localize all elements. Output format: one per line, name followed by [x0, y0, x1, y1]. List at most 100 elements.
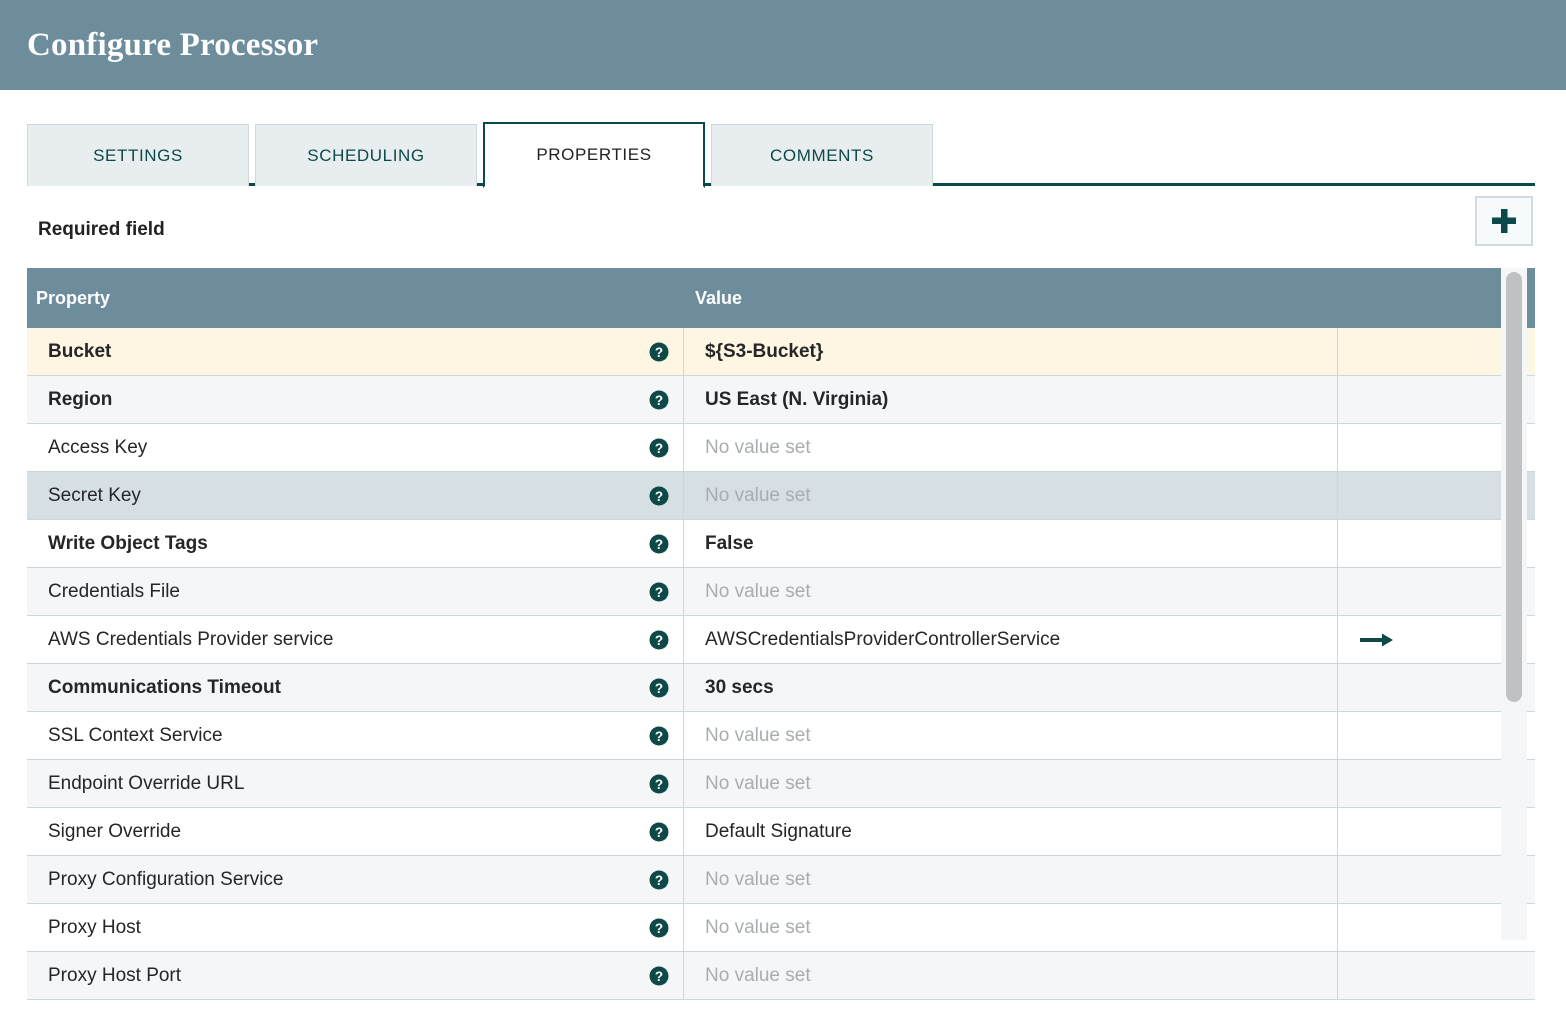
help-circle-icon[interactable]: ?: [649, 342, 669, 362]
tab-comments[interactable]: COMMENTS: [711, 124, 933, 186]
table-row[interactable]: Secret Key? No value set: [27, 472, 1535, 520]
column-header-value: Value: [695, 287, 743, 308]
value-cell[interactable]: 30 secs: [684, 664, 1338, 711]
svg-text:?: ?: [655, 776, 663, 791]
value-text: No value set: [705, 772, 811, 794]
help-circle-icon[interactable]: ?: [649, 870, 669, 890]
value-cell[interactable]: US East (N. Virginia): [684, 376, 1338, 423]
property-name: Write Object Tags: [48, 532, 208, 554]
add-property-button[interactable]: [1475, 196, 1533, 246]
table-row[interactable]: Communications Timeout? 30 secs: [27, 664, 1535, 712]
help-circle-icon[interactable]: ?: [649, 678, 669, 698]
tab-scheduling[interactable]: SCHEDULING: [255, 124, 477, 186]
help-circle-icon[interactable]: ?: [649, 630, 669, 650]
value-cell[interactable]: No value set: [684, 952, 1338, 999]
tab-settings[interactable]: SETTINGS: [27, 124, 249, 186]
property-cell[interactable]: Endpoint Override URL?: [27, 760, 684, 807]
property-name: Bucket: [48, 340, 112, 362]
svg-text:?: ?: [655, 872, 663, 887]
property-name: Proxy Configuration Service: [48, 868, 284, 890]
table-row[interactable]: Proxy Host? No value set: [27, 904, 1535, 952]
svg-text:?: ?: [655, 344, 663, 359]
value-cell[interactable]: No value set: [684, 472, 1338, 519]
property-cell[interactable]: Write Object Tags?: [27, 520, 684, 567]
value-text: No value set: [705, 436, 811, 458]
arrow-right-icon[interactable]: [1360, 631, 1394, 649]
table-row[interactable]: Access Key? No value set: [27, 424, 1535, 472]
required-field-label: Required field: [38, 219, 165, 240]
properties-toolbar: Required field: [0, 192, 1566, 268]
value-cell[interactable]: Default Signature: [684, 808, 1338, 855]
table-row[interactable]: Signer Override? Default Signature: [27, 808, 1535, 856]
property-name: Signer Override: [48, 820, 182, 842]
help-circle-icon[interactable]: ?: [649, 438, 669, 458]
property-cell[interactable]: Signer Override?: [27, 808, 684, 855]
svg-text:?: ?: [655, 584, 663, 599]
property-name: Secret Key: [48, 484, 141, 506]
svg-text:?: ?: [655, 488, 663, 503]
action-cell: [1338, 952, 1535, 999]
scrollbar-thumb[interactable]: [1506, 272, 1522, 702]
table-header-row: Property Value: [27, 268, 1535, 328]
help-circle-icon[interactable]: ?: [649, 966, 669, 986]
column-header-property: Property: [36, 287, 111, 308]
help-circle-icon[interactable]: ?: [649, 582, 669, 602]
value-cell[interactable]: No value set: [684, 760, 1338, 807]
value-cell[interactable]: No value set: [684, 424, 1338, 471]
table-row[interactable]: Credentials File? No value set: [27, 568, 1535, 616]
table-vertical-scrollbar[interactable]: [1501, 268, 1527, 940]
property-cell[interactable]: Access Key?: [27, 424, 684, 471]
value-cell[interactable]: AWSCredentialsProviderControllerService: [684, 616, 1338, 663]
property-cell[interactable]: Region?: [27, 376, 684, 423]
tab-properties[interactable]: PROPERTIES: [483, 122, 705, 188]
property-name: SSL Context Service: [48, 724, 223, 746]
property-cell[interactable]: SSL Context Service?: [27, 712, 684, 759]
property-name: AWS Credentials Provider service: [48, 628, 334, 650]
value-cell[interactable]: No value set: [684, 712, 1338, 759]
value-text: False: [705, 532, 754, 554]
property-name: Proxy Host: [48, 916, 141, 938]
help-circle-icon[interactable]: ?: [649, 390, 669, 410]
table-row[interactable]: Region? US East (N. Virginia): [27, 376, 1535, 424]
property-cell[interactable]: AWS Credentials Provider service?: [27, 616, 684, 663]
table-row[interactable]: Bucket? ${S3-Bucket}: [27, 328, 1535, 376]
value-text: No value set: [705, 868, 811, 890]
property-cell[interactable]: Proxy Configuration Service?: [27, 856, 684, 903]
help-circle-icon[interactable]: ?: [649, 486, 669, 506]
table-row[interactable]: Proxy Configuration Service? No value set: [27, 856, 1535, 904]
svg-text:?: ?: [655, 680, 663, 695]
property-cell[interactable]: Proxy Host?: [27, 904, 684, 951]
help-circle-icon[interactable]: ?: [649, 918, 669, 938]
property-cell[interactable]: Bucket?: [27, 328, 684, 375]
property-name: Access Key: [48, 436, 148, 458]
help-circle-icon[interactable]: ?: [649, 726, 669, 746]
tab-label: COMMENTS: [770, 145, 874, 165]
table-row[interactable]: Proxy Host Port? No value set: [27, 952, 1535, 1000]
svg-text:?: ?: [655, 824, 663, 839]
table-row[interactable]: AWS Credentials Provider service? AWSCred…: [27, 616, 1535, 664]
property-cell[interactable]: Communications Timeout?: [27, 664, 684, 711]
table-row[interactable]: SSL Context Service? No value set: [27, 712, 1535, 760]
property-name: Credentials File: [48, 580, 180, 602]
table-row[interactable]: Write Object Tags? False: [27, 520, 1535, 568]
value-text: US East (N. Virginia): [705, 388, 889, 410]
svg-text:?: ?: [655, 392, 663, 407]
value-text: No value set: [705, 916, 811, 938]
help-circle-icon[interactable]: ?: [649, 534, 669, 554]
value-cell[interactable]: ${S3-Bucket}: [684, 328, 1338, 375]
help-circle-icon[interactable]: ?: [649, 822, 669, 842]
table-row[interactable]: Endpoint Override URL? No value set: [27, 760, 1535, 808]
table-body: Bucket? ${S3-Bucket} Region? US East (N. Vi…: [27, 328, 1535, 1000]
value-cell[interactable]: No value set: [684, 856, 1338, 903]
value-text: ${S3-Bucket}: [705, 340, 824, 362]
property-name: Region: [48, 388, 113, 410]
value-cell[interactable]: No value set: [684, 568, 1338, 615]
help-circle-icon[interactable]: ?: [649, 774, 669, 794]
property-name: Proxy Host Port: [48, 964, 182, 986]
property-name: Communications Timeout: [48, 676, 281, 698]
value-cell[interactable]: No value set: [684, 904, 1338, 951]
property-cell[interactable]: Credentials File?: [27, 568, 684, 615]
value-cell[interactable]: False: [684, 520, 1338, 567]
property-cell[interactable]: Proxy Host Port?: [27, 952, 684, 999]
property-cell[interactable]: Secret Key?: [27, 472, 684, 519]
